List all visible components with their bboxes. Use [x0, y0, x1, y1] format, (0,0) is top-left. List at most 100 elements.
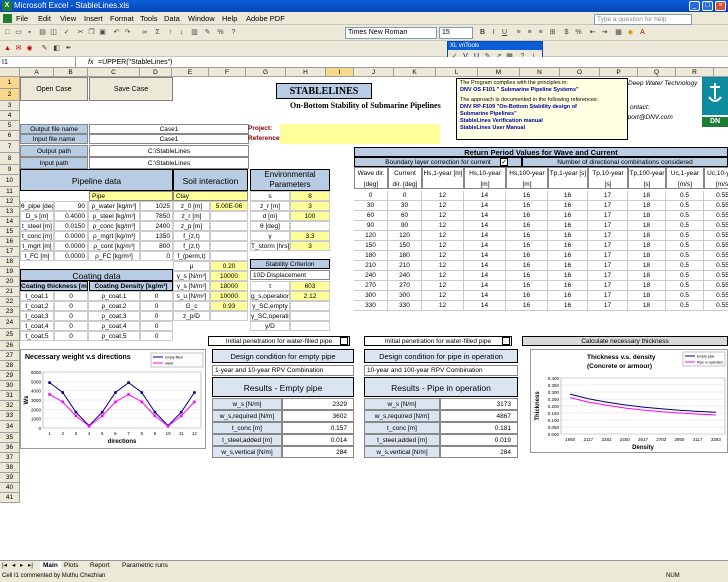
- soil-param-value[interactable]: 5.00E-06: [210, 201, 248, 211]
- menu-window[interactable]: Window: [188, 14, 215, 23]
- return-cell[interactable]: 0.55: [704, 241, 728, 251]
- return-cell[interactable]: 17: [588, 201, 628, 211]
- soil-param-value[interactable]: [210, 311, 248, 321]
- row-header-15[interactable]: 15: [0, 227, 20, 237]
- coat-density-value[interactable]: 0: [140, 321, 173, 331]
- env-param-value[interactable]: 3: [290, 201, 330, 211]
- print-icon[interactable]: ▤: [38, 28, 47, 37]
- row-header-13[interactable]: 13: [0, 207, 20, 217]
- return-cell[interactable]: 14: [464, 231, 506, 241]
- ink-icon[interactable]: ✒: [64, 44, 73, 53]
- design-empty-select[interactable]: 1-year and 10-year RPV Combination: [212, 365, 354, 376]
- row-header-11[interactable]: 11: [0, 187, 20, 197]
- return-cell[interactable]: 0.55: [704, 231, 728, 241]
- row-header-38[interactable]: 38: [0, 463, 20, 473]
- pipe-param-value[interactable]: 0.0150: [54, 221, 88, 231]
- return-cell[interactable]: 0.5: [666, 301, 704, 311]
- return-cell[interactable]: 17: [588, 251, 628, 261]
- return-cell[interactable]: 0.55: [704, 301, 728, 311]
- return-cell[interactable]: 18: [628, 211, 666, 221]
- return-cell[interactable]: 12: [422, 231, 464, 241]
- env-param-value[interactable]: 3.3: [290, 231, 330, 241]
- row-header-21[interactable]: 21: [0, 287, 20, 297]
- calculate-thickness-button[interactable]: Calculate necessary thickness: [522, 336, 728, 346]
- return-cell[interactable]: 120: [354, 231, 388, 241]
- return-cell[interactable]: 0.55: [704, 261, 728, 271]
- row-header-31[interactable]: 31: [0, 391, 20, 401]
- return-cell[interactable]: 16: [506, 251, 548, 261]
- return-cell[interactable]: 17: [588, 271, 628, 281]
- return-cell[interactable]: 17: [588, 231, 628, 241]
- row-header-2[interactable]: 2: [0, 89, 20, 101]
- return-cell[interactable]: 18: [628, 301, 666, 311]
- criterion-param-value[interactable]: 2.12: [290, 291, 330, 301]
- return-cell[interactable]: 17: [588, 241, 628, 251]
- comment-icon[interactable]: ✎: [40, 44, 49, 53]
- pipe-density-value[interactable]: 7850: [140, 211, 173, 221]
- return-cell[interactable]: 18: [628, 191, 666, 201]
- return-cell[interactable]: 0.5: [666, 291, 704, 301]
- soil-param-value[interactable]: 10000: [210, 291, 248, 301]
- formula-input[interactable]: =UPPER("StableLines"): [98, 57, 172, 68]
- return-cell[interactable]: 12: [422, 251, 464, 261]
- return-cell[interactable]: 0.5: [666, 211, 704, 221]
- soil-param-value[interactable]: [210, 251, 248, 261]
- new-icon[interactable]: □: [3, 28, 12, 37]
- return-cell[interactable]: 16: [548, 221, 588, 231]
- row-header-20[interactable]: 20: [0, 277, 20, 287]
- minimize-button[interactable]: _: [689, 1, 700, 11]
- doc-icon[interactable]: [3, 14, 12, 23]
- soil-param-value[interactable]: [210, 241, 248, 251]
- return-cell[interactable]: 0.5: [666, 251, 704, 261]
- menu-data[interactable]: Data: [164, 14, 180, 23]
- spell-icon[interactable]: ✓: [62, 28, 71, 37]
- column-header-m[interactable]: M: [478, 68, 520, 77]
- menu-insert[interactable]: Insert: [84, 14, 103, 23]
- return-cell[interactable]: 0: [388, 191, 422, 201]
- return-cell[interactable]: 14: [464, 291, 506, 301]
- pipe-density-value[interactable]: 1025: [140, 201, 173, 211]
- return-cell[interactable]: 17: [588, 291, 628, 301]
- row-header-18[interactable]: 18: [0, 257, 20, 267]
- autosum-icon[interactable]: Σ: [153, 28, 162, 37]
- return-cell[interactable]: 0.5: [666, 241, 704, 251]
- column-header-k[interactable]: K: [394, 68, 436, 77]
- return-cell[interactable]: 0.5: [666, 261, 704, 271]
- row-header-34[interactable]: 34: [0, 421, 20, 433]
- return-cell[interactable]: 16: [548, 261, 588, 271]
- soil-type-select[interactable]: Clay: [173, 191, 248, 201]
- worksheet-grid[interactable]: Open Case Save Case STABLELINES On-Botto…: [20, 77, 728, 547]
- output-file-value[interactable]: Case1: [89, 124, 249, 134]
- return-cell[interactable]: 270: [354, 281, 388, 291]
- row-header-6[interactable]: 6: [0, 131, 20, 141]
- return-cell[interactable]: 0.55: [704, 191, 728, 201]
- row-header-27[interactable]: 27: [0, 351, 20, 361]
- help-search-input[interactable]: Type a question for help: [594, 14, 692, 25]
- return-cell[interactable]: 14: [464, 191, 506, 201]
- column-header-o[interactable]: O: [560, 68, 600, 77]
- align-center-icon[interactable]: ≡: [525, 28, 534, 37]
- return-cell[interactable]: 12: [422, 261, 464, 271]
- row-header-29[interactable]: 29: [0, 371, 20, 381]
- return-cell[interactable]: 16: [548, 231, 588, 241]
- soil-param-value[interactable]: 18000: [210, 281, 248, 291]
- font-name-select[interactable]: Times New Roman: [345, 27, 437, 39]
- align-left-icon[interactable]: ≡: [514, 28, 523, 37]
- return-cell[interactable]: 18: [628, 241, 666, 251]
- column-header-l[interactable]: L: [436, 68, 478, 77]
- open-icon[interactable]: ▭: [14, 28, 23, 37]
- return-cell[interactable]: 14: [464, 251, 506, 261]
- return-cell[interactable]: 240: [354, 271, 388, 281]
- merge-icon[interactable]: ⊞: [548, 28, 557, 37]
- return-cell[interactable]: 150: [354, 241, 388, 251]
- column-header-q[interactable]: Q: [638, 68, 676, 77]
- menu-format[interactable]: Format: [110, 14, 134, 23]
- soil-param-value[interactable]: [210, 211, 248, 221]
- return-cell[interactable]: 12: [422, 291, 464, 301]
- env-param-value[interactable]: 8: [290, 191, 330, 201]
- paste-icon[interactable]: ▣: [98, 28, 107, 37]
- return-cell[interactable]: 16: [506, 301, 548, 311]
- open-case-button[interactable]: Open Case: [20, 77, 88, 101]
- coat-density-value[interactable]: 0: [140, 291, 173, 301]
- return-cell[interactable]: 150: [388, 241, 422, 251]
